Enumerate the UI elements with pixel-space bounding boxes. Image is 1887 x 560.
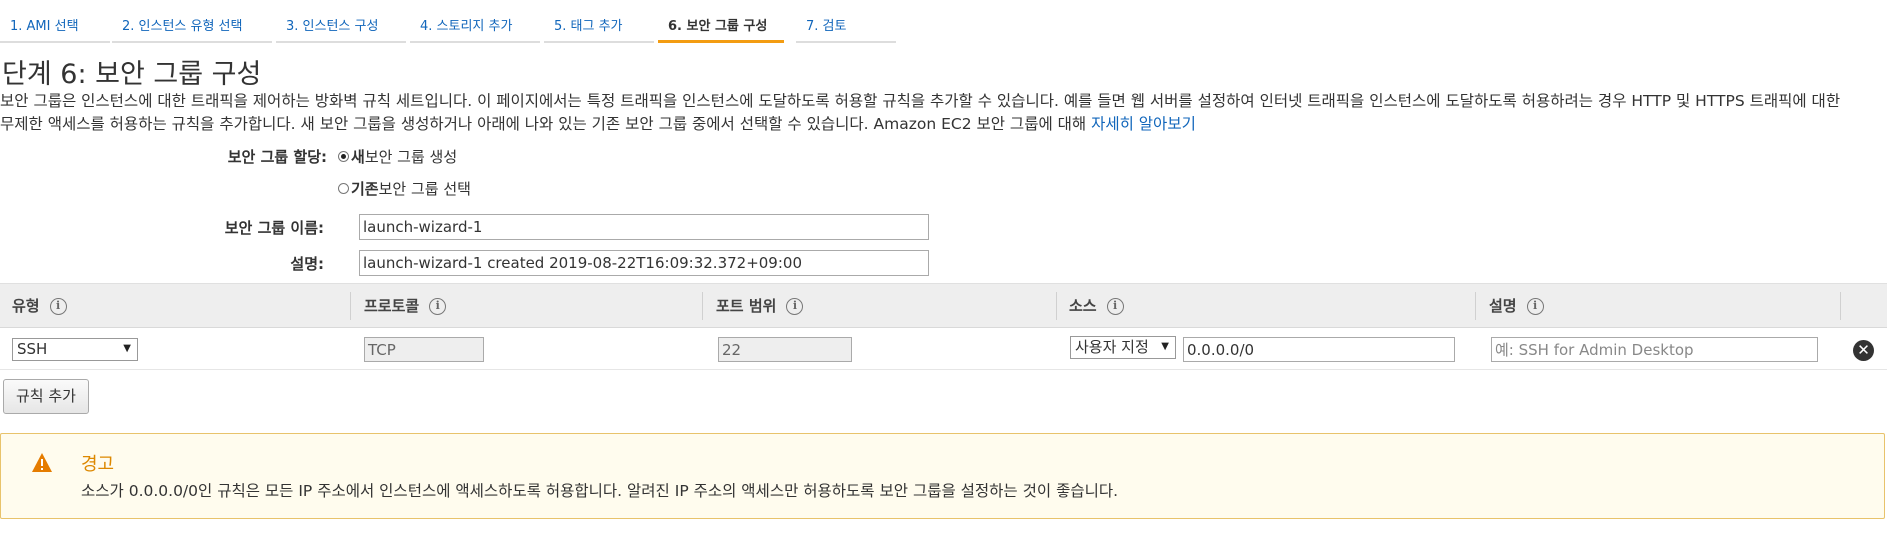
header-description-label: 설명 (1489, 297, 1517, 315)
header-port-range-label: 포트 범위 (716, 297, 777, 315)
intro-body: 보안 그룹은 인스턴스에 대한 트래픽을 제어하는 방화벽 규칙 세트입니다. … (0, 92, 1841, 133)
header-source-label: 소스 (1069, 297, 1097, 315)
warning-box: 경고 소스가 0.0.0.0/0인 규칙은 모든 IP 주소에서 인스턴스에 액… (0, 433, 1885, 519)
header-description: 설명 i (1489, 284, 1544, 328)
header-type-label: 유형 (12, 297, 40, 315)
type-select-value: SSH (17, 340, 48, 358)
header-divider (350, 292, 351, 320)
radio-new-security-group[interactable]: 새 보안 그룹 생성 (338, 146, 457, 167)
radio-new-bold: 새 (351, 148, 365, 166)
header-divider (1840, 292, 1841, 320)
tab-security-group[interactable]: 6. 보안 그룹 구성 (658, 12, 784, 43)
assign-security-group-label: 보안 그룹 할당: (227, 148, 327, 166)
description-info-icon[interactable]: i (1526, 297, 1544, 315)
warning-title: 경고 (81, 454, 115, 475)
header-divider (1056, 292, 1057, 320)
tab-add-tags[interactable]: 5. 태그 추가 (544, 12, 654, 43)
tab-review[interactable]: 7. 검토 (796, 12, 896, 43)
description-label: 설명: (290, 255, 324, 273)
tab-ami[interactable]: 1. AMI 선택 (0, 12, 110, 43)
chevron-down-icon: ▼ (123, 343, 131, 354)
tab-configure-instance[interactable]: 3. 인스턴스 구성 (276, 12, 406, 43)
source-select-value: 사용자 지정 (1075, 338, 1149, 356)
wizard-tabs: 1. AMI 선택 2. 인스턴스 유형 선택 3. 인스턴스 구성 4. 스토… (0, 0, 1887, 46)
security-group-name-label: 보안 그룹 이름: (224, 219, 324, 237)
tab-instance-type[interactable]: 2. 인스턴스 유형 선택 (112, 12, 272, 43)
radio-existing-bold: 기존 (351, 180, 379, 198)
rules-table-header: 유형 i 프로토콜 i 포트 범위 i 소스 i 설명 i (0, 283, 1887, 328)
tab-add-storage[interactable]: 4. 스토리지 추가 (410, 12, 540, 43)
port-range-field: 22 (718, 337, 852, 362)
source-cidr-input[interactable]: 0.0.0.0/0 (1183, 337, 1455, 362)
page-title: 단계 6: 보안 그룹 구성 (2, 59, 262, 90)
radio-existing-security-group[interactable]: 기존 보안 그룹 선택 (338, 178, 471, 199)
chevron-down-icon: ▼ (1159, 337, 1169, 357)
intro-text: 보안 그룹은 인스턴스에 대한 트래픽을 제어하는 방화벽 규칙 세트입니다. … (0, 90, 1850, 136)
remove-rule-icon[interactable]: ✕ (1853, 340, 1874, 361)
type-info-icon[interactable]: i (49, 297, 67, 315)
rule-description-input[interactable]: 예: SSH for Admin Desktop (1491, 337, 1818, 362)
header-divider (702, 292, 703, 320)
add-rule-button[interactable]: 규칙 추가 (3, 379, 89, 414)
radio-existing-label: 보안 그룹 선택 (378, 180, 471, 198)
warning-icon (32, 453, 52, 472)
header-protocol-label: 프로토콜 (364, 297, 420, 315)
header-protocol: 프로토콜 i (364, 284, 447, 328)
radio-existing-button[interactable] (338, 183, 349, 194)
type-select[interactable]: SSH ▼ (12, 338, 138, 361)
source-info-icon[interactable]: i (1106, 297, 1124, 315)
protocol-field: TCP (364, 337, 484, 362)
port-range-info-icon[interactable]: i (786, 297, 804, 315)
security-group-name-input[interactable]: launch-wizard-1 (359, 214, 929, 240)
protocol-info-icon[interactable]: i (429, 297, 447, 315)
header-type: 유형 i (12, 284, 67, 328)
radio-new-label: 보안 그룹 생성 (364, 148, 458, 166)
radio-new-button[interactable] (338, 151, 349, 162)
header-divider (1475, 292, 1476, 320)
header-source: 소스 i (1069, 284, 1124, 328)
description-input[interactable]: launch-wizard-1 created 2019-08-22T16:09… (359, 250, 929, 276)
learn-more-link[interactable]: 자세히 알아보기 (1091, 115, 1196, 133)
warning-message: 소스가 0.0.0.0/0인 규칙은 모든 IP 주소에서 인스턴스에 액세스하… (81, 482, 1119, 500)
source-select[interactable]: 사용자 지정 ▼ (1070, 336, 1176, 359)
header-port-range: 포트 범위 i (716, 284, 804, 328)
